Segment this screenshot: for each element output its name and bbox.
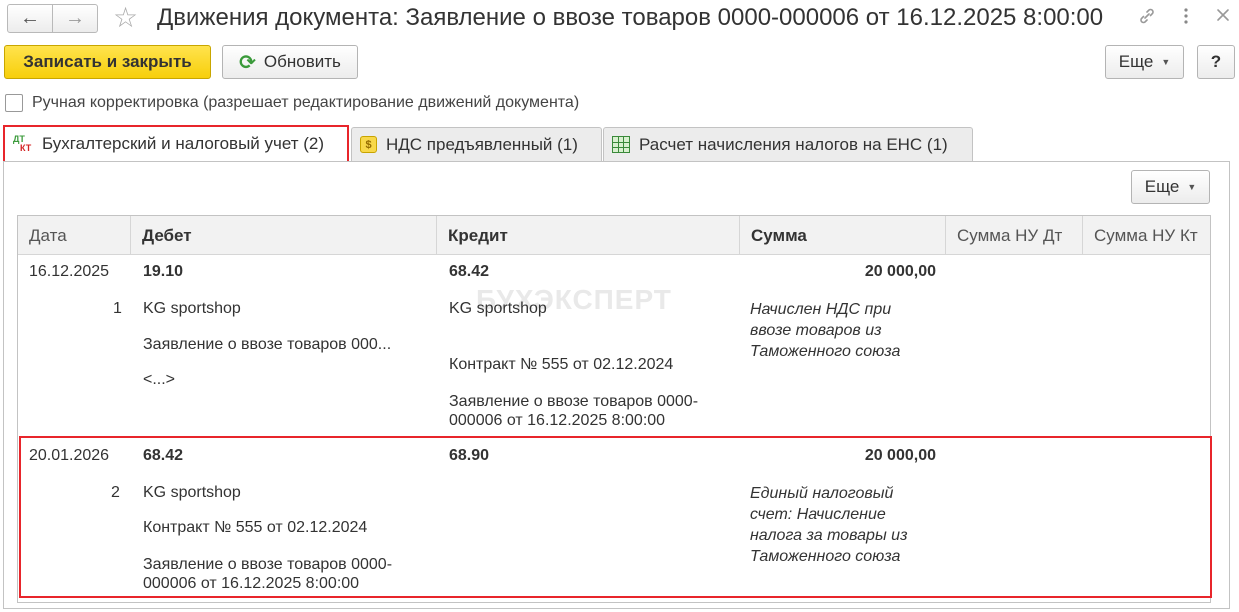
title-bar: ← → ☆ Движения документа: Заявление о вв… [0,0,1239,38]
row-amount: 20 000,00 [864,263,936,280]
row-amount: 20 000,00 [864,447,936,464]
credit-subconto-2: Контракт № 555 от 02.12.2024 [449,356,674,373]
tab-label: Бухгалтерский и налоговый учет (2) [42,134,325,153]
dt-kt-icon: ДТ КТ [13,134,32,153]
manual-correction-row[interactable]: Ручная корректировка (разрешает редактир… [5,93,579,113]
row-date: 20.01.2026 [29,447,110,464]
table-header: Дата Дебет Кредит Сумма Сумма НУ Дт Сумм… [18,216,1210,255]
credit-subconto-1: KG sportshop [449,300,547,317]
tab-vat[interactable]: $ НДС предъявленный (1) [351,127,602,161]
column-header-amount[interactable]: Сумма [740,216,946,255]
tab-bar: ДТ КТ Бухгалтерский и налоговый учет (2) … [0,124,1239,163]
refresh-label: Обновить [263,52,341,71]
back-button[interactable]: ← [7,4,53,33]
debit-subconto-2: Контракт № 555 от 02.12.2024 [143,519,368,536]
debit-subconto-3: <...> [143,371,176,388]
manual-correction-label: Ручная корректировка (разрешает редактир… [32,94,580,111]
tab-ens[interactable]: Расчет начисления налогов на ЕНС (1) [603,127,973,161]
window-title: Движения документа: Заявление о ввозе то… [157,4,1104,31]
chevron-down-icon: ▼ [1187,182,1197,192]
debit-subconto-1: KG sportshop [143,484,241,501]
row-date: 16.12.2025 [29,263,110,280]
debit-subconto-1: KG sportshop [143,300,241,317]
row-number: 1 [113,300,122,317]
column-header-debit[interactable]: Дебет [131,216,437,255]
debit-account: 68.42 [143,447,184,464]
chevron-down-icon: ▼ [1161,57,1171,67]
table-icon [612,136,630,153]
star-icon[interactable]: ☆ [113,1,138,34]
arrow-right-icon: → [65,7,85,29]
more-label: Еще [1118,52,1154,71]
row-number: 2 [111,484,120,501]
more-button[interactable]: Еще ▼ [1105,45,1184,79]
row-content: Единый налоговый счет: Начисление налога… [750,485,908,565]
grid-more-button[interactable]: Еще ▼ [1131,170,1210,204]
credit-account: 68.90 [449,447,490,464]
debit-subconto-2: Заявление о ввозе товаров 000... [143,336,392,353]
link-icon[interactable] [1137,6,1157,32]
tab-label: Расчет начисления налогов на ЕНС (1) [639,134,948,154]
tab-accounting[interactable]: ДТ КТ Бухгалтерский и налоговый учет (2) [3,125,349,163]
manual-correction-checkbox[interactable] [5,94,23,112]
column-header-credit[interactable]: Кредит [437,216,740,255]
save-and-close-button[interactable]: Записать и закрыть [4,45,211,79]
help-button[interactable]: ? [1197,45,1235,79]
debit-subconto-3: Заявление о ввозе товаров 0000-000006 от… [143,556,393,592]
refresh-button[interactable]: ⟳ Обновить [222,45,358,79]
coin-icon: $ [360,136,377,153]
arrow-left-icon: ← [20,7,40,29]
column-header-date[interactable]: Дата [18,216,131,255]
row-content: Начислен НДС при ввозе товаров из Таможе… [750,301,901,360]
close-icon[interactable] [1216,5,1230,31]
column-header-tax-debit[interactable]: Сумма НУ Дт [946,216,1083,255]
credit-account: 68.42 [449,263,490,280]
more-vertical-icon[interactable] [1183,6,1189,32]
tab-label: НДС предъявленный (1) [386,134,578,154]
debit-account: 19.10 [143,263,184,280]
refresh-icon: ⟳ [239,51,256,74]
toolbar: Записать и закрыть ⟳ Обновить Еще ▼ ? [0,44,1239,80]
forward-button[interactable]: → [52,4,98,33]
column-header-tax-credit[interactable]: Сумма НУ Кт [1083,216,1210,255]
grid-more-label: Еще [1144,177,1180,196]
credit-subconto-3: Заявление о ввозе товаров 0000-000006 от… [449,393,699,429]
